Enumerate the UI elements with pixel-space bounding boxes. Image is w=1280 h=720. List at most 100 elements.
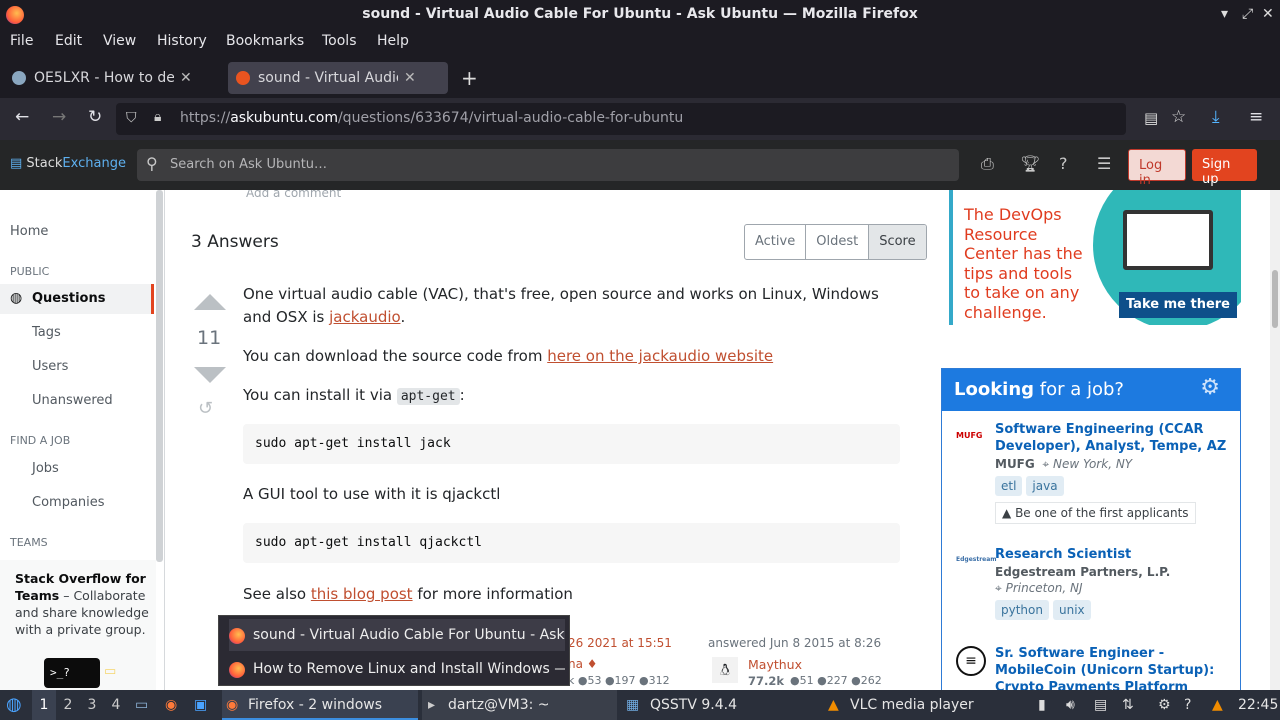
edited-date[interactable]: 26 2021 at 15:51 (568, 636, 672, 650)
downloads-icon[interactable]: ⤓ (1212, 107, 1220, 127)
stackexchange-logo[interactable]: ▤ StackExchange (10, 156, 126, 171)
ad-cta-button[interactable]: Take me there (1119, 292, 1237, 318)
taskbar-firefox[interactable]: ◉ Firefox - 2 windows (222, 690, 418, 720)
job-title[interactable]: Research Scientist (995, 546, 1230, 563)
taskbar-vlc[interactable]: ▲ VLC media player (826, 690, 1026, 720)
taskbar-terminal[interactable]: ▸ dartz@VM3: ~ (422, 690, 617, 720)
site-search-input[interactable]: ⚲ Search on Ask Ubuntu… (137, 149, 959, 181)
avatar[interactable]: 🐧︎ (712, 657, 738, 683)
firefox-launcher-icon[interactable]: ◉ (165, 690, 177, 720)
job-listing-2[interactable]: Research Scientist Edgestream Partners, … (995, 546, 1230, 620)
editor-name[interactable]: na ♦ (568, 657, 598, 671)
close-tab-icon[interactable]: ✕ (404, 70, 416, 86)
location-pin-icon: ⌖ (1042, 457, 1050, 471)
tag-python[interactable]: python (995, 600, 1049, 620)
window-list-item-1[interactable]: sound - Virtual Audio Cable For Ubuntu -… (229, 619, 565, 651)
tag-etl[interactable]: etl (995, 476, 1023, 496)
upvote-icon[interactable] (194, 294, 226, 310)
job-listing-1[interactable]: Software Engineering (CCAR Developer), A… (995, 421, 1230, 524)
back-icon[interactable]: ← (15, 107, 29, 127)
menu-file[interactable]: File (10, 33, 33, 49)
nav-questions-active[interactable]: ◍ Questions (0, 284, 154, 314)
answerer-name[interactable]: Maythux (748, 657, 802, 672)
nav-tags[interactable]: Tags (32, 325, 61, 340)
nav-home[interactable]: Home (10, 224, 48, 239)
minimize-icon[interactable]: ▾ (1221, 6, 1228, 22)
file-manager-icon[interactable]: ▭ (135, 690, 148, 720)
sort-active-button[interactable]: Active (745, 225, 807, 259)
login-button[interactable]: Log in (1128, 149, 1186, 188)
forward-icon[interactable]: → (52, 107, 66, 127)
mufg-logo: MUFG (956, 431, 983, 440)
workspace-1[interactable]: 1 (32, 690, 56, 720)
volume-icon[interactable]: 🔊︎ (1066, 697, 1075, 713)
job-title[interactable]: Software Engineering (CCAR Developer), A… (995, 421, 1230, 455)
vlc-tray-icon[interactable]: ▲ (1212, 697, 1223, 713)
search-icon: ⚲ (146, 154, 158, 173)
hamburger-menu-icon[interactable]: ≡ (1249, 107, 1263, 127)
achievements-icon[interactable]: 🏆︎ (1020, 154, 1040, 173)
sort-score-button[interactable]: Score (869, 225, 926, 259)
new-tab-icon[interactable]: + (461, 66, 478, 90)
maximize-icon[interactable]: ⤢ (1242, 6, 1253, 22)
menu-tools[interactable]: Tools (322, 33, 357, 49)
workspace-2[interactable]: 2 (56, 690, 80, 720)
left-sidebar-scrollbar[interactable] (156, 190, 163, 562)
page-scrollbar-thumb[interactable] (1272, 270, 1278, 328)
menu-bookmarks[interactable]: Bookmarks (226, 33, 304, 49)
history-icon[interactable]: ↺ (198, 398, 213, 419)
menu-help[interactable]: Help (377, 33, 409, 49)
nav-unanswered[interactable]: Unanswered (32, 393, 113, 408)
tag-unix[interactable]: unix (1052, 600, 1091, 620)
menu-bar: File Edit View History Bookmarks Tools H… (0, 30, 1280, 54)
sort-oldest-button[interactable]: Oldest (806, 225, 870, 259)
inbox-icon[interactable]: ⎙ (981, 154, 994, 174)
answer-paragraph-5: See also this blog post for more informa… (243, 585, 573, 603)
steam-icon[interactable]: ⚙ (1158, 697, 1171, 713)
close-tab-icon[interactable]: ✕ (180, 70, 192, 86)
workspace-3[interactable]: 3 (80, 690, 104, 720)
job-listing-3[interactable]: Sr. Software Engineer - MobileCoin (Unic… (995, 645, 1230, 690)
update-icon[interactable]: ? (1184, 697, 1191, 713)
menu-edit[interactable]: Edit (55, 33, 82, 49)
desktop-icon[interactable]: ▣ (194, 690, 207, 720)
nav-users[interactable]: Users (32, 359, 68, 374)
nav-jobs[interactable]: Jobs (32, 461, 59, 476)
site-switcher-icon[interactable]: ☰ (1097, 154, 1111, 173)
tab-oe5lxr[interactable]: OE5LXR - How to decode ✕ (4, 62, 222, 94)
devops-ad[interactable]: The DevOps Resource Center has the tips … (949, 190, 1241, 325)
help-icon[interactable]: ? (1059, 154, 1068, 173)
taskbar-qsstv[interactable]: ▦ QSSTV 9.4.4 (624, 690, 819, 720)
tray-battery-icon[interactable]: ▮ (1038, 697, 1046, 713)
tag-java[interactable]: java (1026, 476, 1064, 496)
signup-button[interactable]: Sign up (1192, 149, 1257, 187)
firefox-icon (229, 628, 245, 644)
robot-icon: ⚙ (1200, 375, 1220, 400)
network-icon[interactable]: ⇅ (1122, 697, 1134, 713)
tray-clipboard-icon[interactable]: ▤ (1094, 697, 1107, 713)
bookmark-star-icon[interactable]: ☆ (1171, 107, 1186, 127)
shield-icon[interactable]: ⛉ (126, 110, 137, 126)
jackaudio-website-link[interactable]: here on the jackaudio website (547, 347, 773, 365)
url-bar[interactable]: ⛉ 🔒︎ https://askubuntu.com/questions/633… (116, 103, 1186, 135)
close-window-icon[interactable]: ✕ (1262, 6, 1274, 22)
lock-icon[interactable]: 🔒︎ (154, 109, 161, 125)
nav-questions[interactable]: Questions (32, 291, 105, 306)
reload-icon[interactable]: ↻ (88, 107, 102, 127)
menu-view[interactable]: View (103, 33, 136, 49)
workspace-4[interactable]: 4 (104, 690, 128, 720)
window-list-item-2[interactable]: How to Remove Linux and Install Windows … (229, 653, 565, 685)
blog-post-link[interactable]: this blog post (311, 585, 413, 603)
start-menu-icon[interactable]: ◍ (6, 690, 22, 720)
url-text[interactable]: https://askubuntu.com/questions/633674/v… (180, 110, 683, 126)
page-scrollbar[interactable] (1270, 190, 1280, 690)
nav-companies[interactable]: Companies (32, 495, 105, 510)
reader-view-icon[interactable]: ▤ (1144, 109, 1158, 127)
add-comment-link[interactable]: Add a comment (246, 190, 341, 200)
edgestream-logo: Edgestream (956, 556, 997, 563)
downvote-icon[interactable] (194, 367, 226, 383)
jackaudio-link[interactable]: jackaudio (329, 308, 400, 326)
menu-history[interactable]: History (157, 33, 207, 49)
job-title[interactable]: Sr. Software Engineer - MobileCoin (Unic… (995, 645, 1230, 690)
tab-askubuntu[interactable]: sound - Virtual Audio Cable For Ubuntu -… (228, 62, 448, 94)
